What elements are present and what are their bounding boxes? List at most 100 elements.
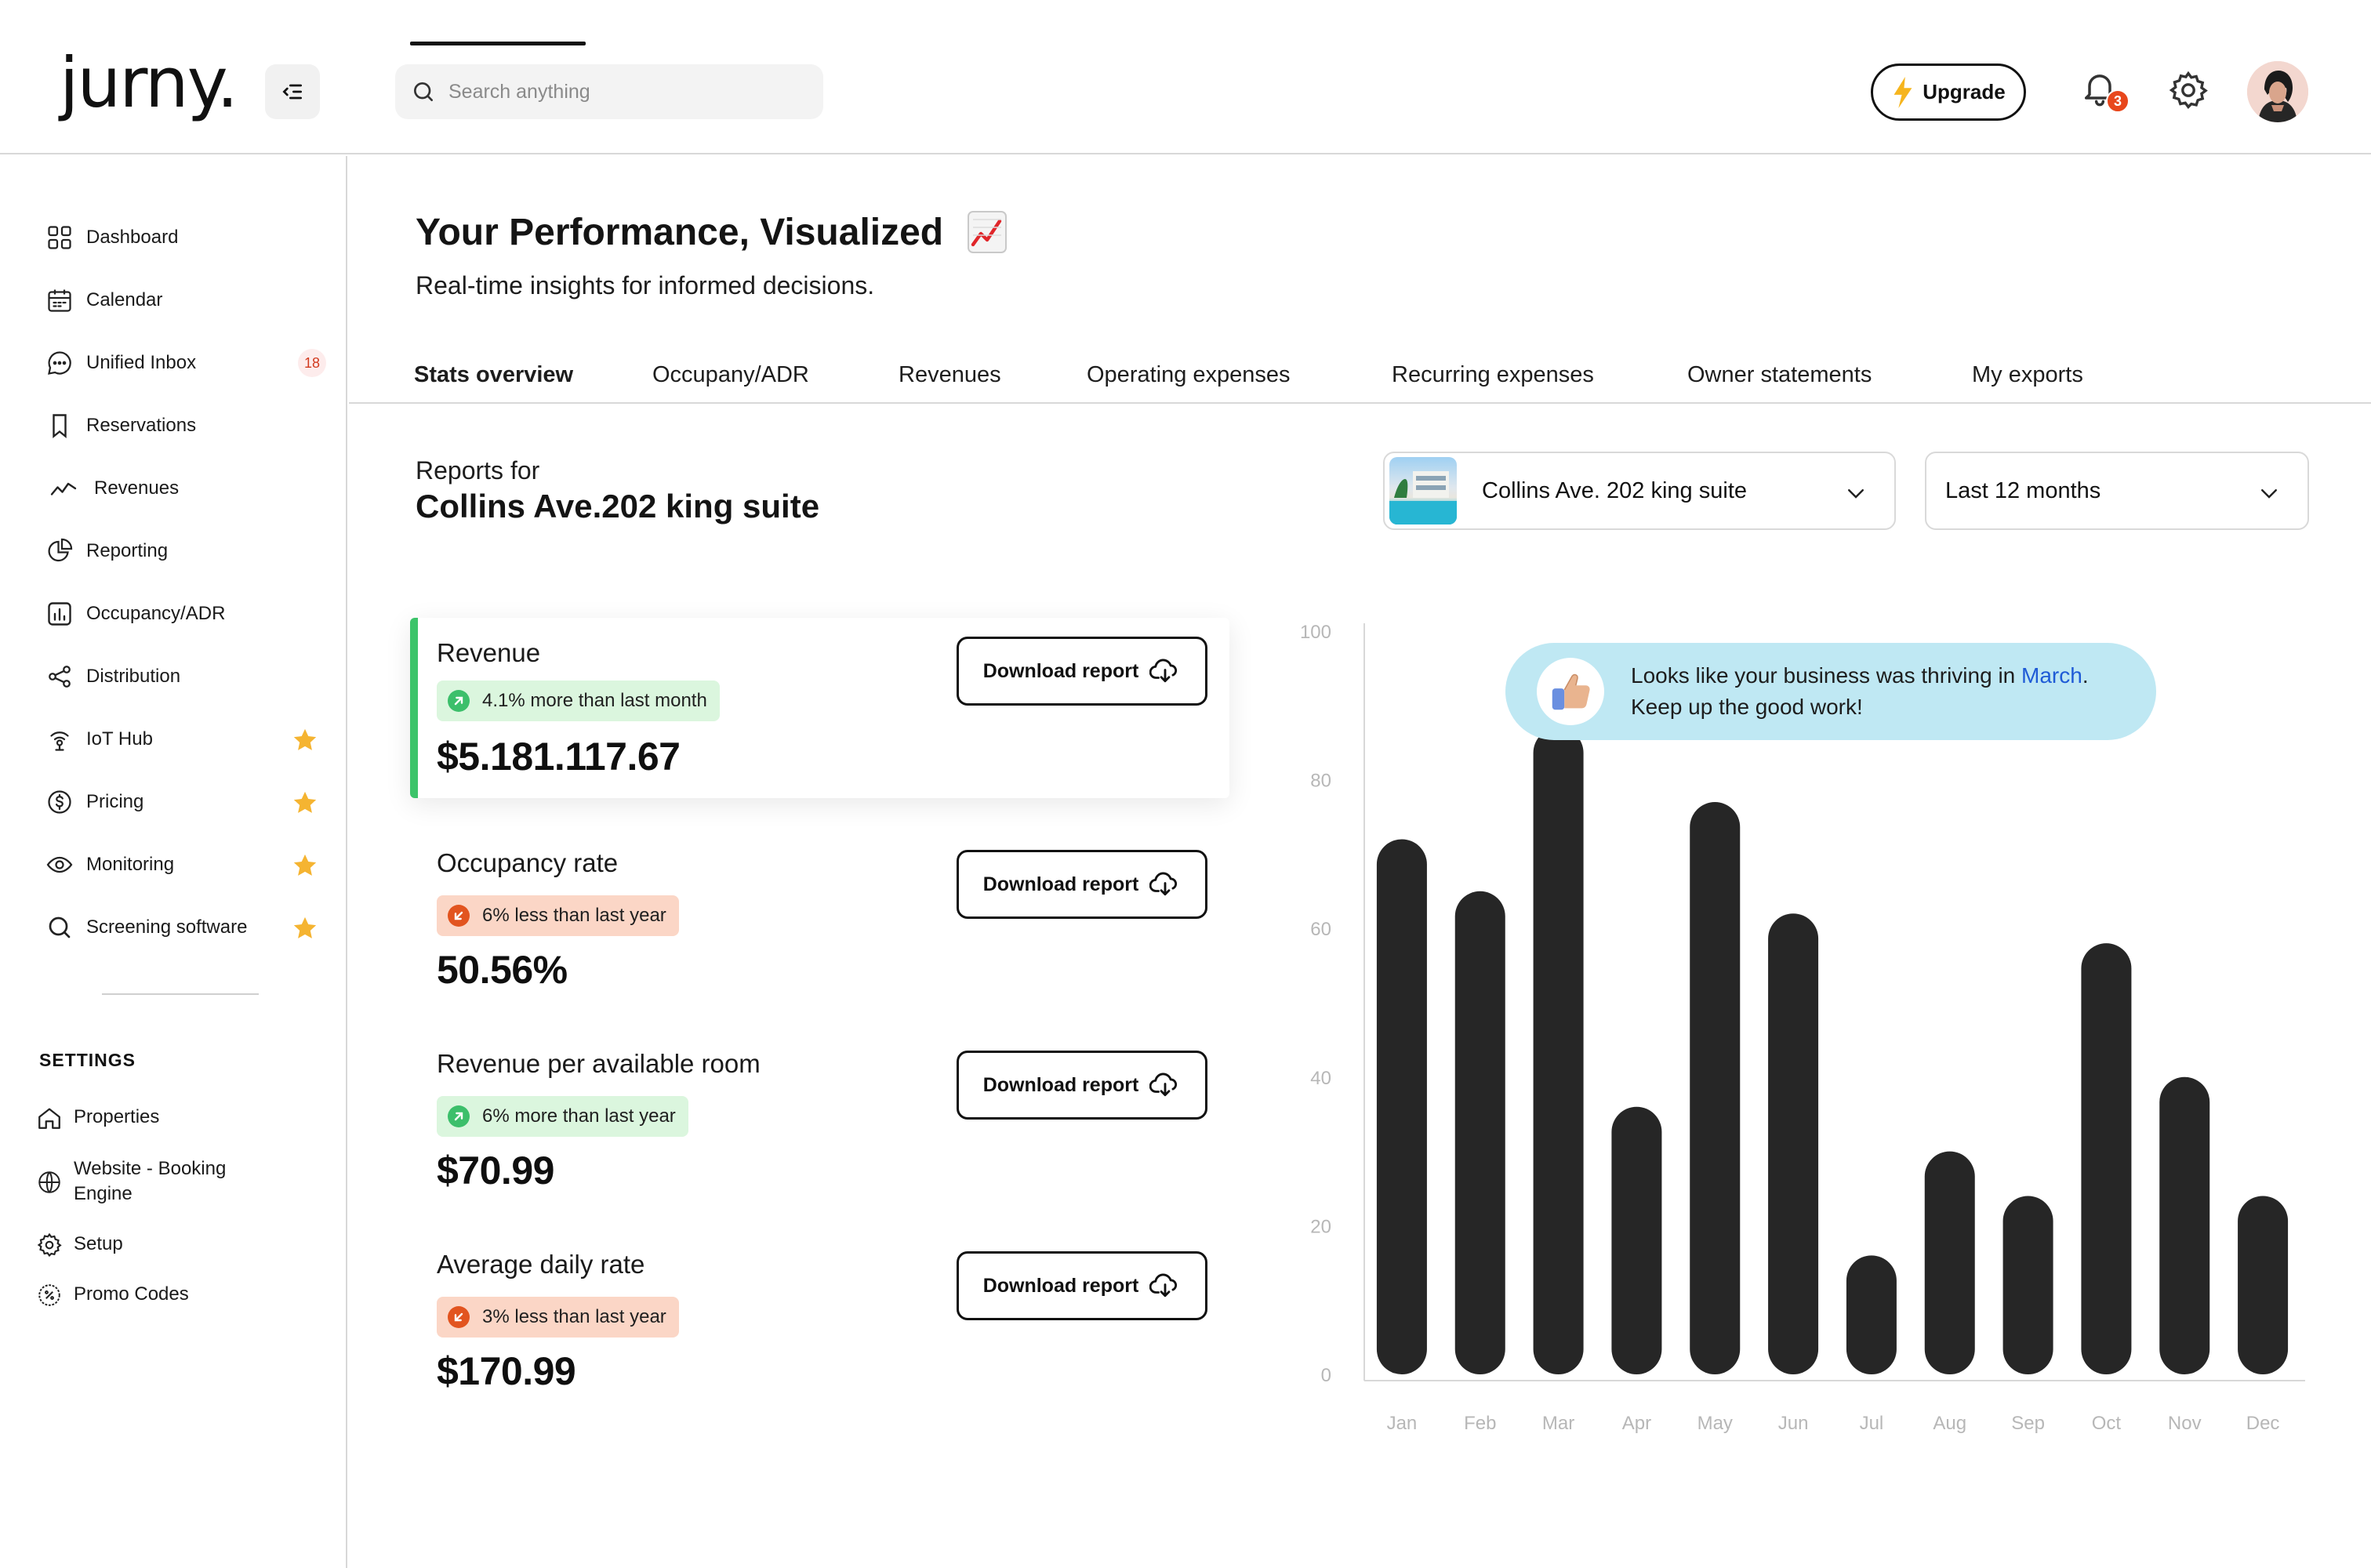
cloud-download-icon xyxy=(1149,1073,1178,1097)
x-tick-label: Jul xyxy=(1860,1413,1884,1434)
sidebar-item-iot-hub[interactable]: IoT Hub xyxy=(45,722,153,757)
sidebar-item-label: Pricing xyxy=(86,791,144,812)
settings-item-properties[interactable]: Properties xyxy=(36,1105,159,1131)
notification-count-badge: 3 xyxy=(2106,89,2130,113)
selected-property-name: Collins Ave.202 king suite xyxy=(416,488,820,524)
chevron-down-icon xyxy=(2261,489,2277,499)
upgrade-label: Upgrade xyxy=(1923,80,2006,103)
stat-value: $5.181.117.67 xyxy=(437,735,681,779)
pie-chart-icon xyxy=(48,538,73,562)
chevron-down-icon xyxy=(1848,489,1864,499)
sidebar-item-distribution[interactable]: Distribution xyxy=(45,659,180,694)
insight-message: Looks like your business was thriving in… xyxy=(1631,660,2089,723)
y-tick-label: 40 xyxy=(1310,1068,1331,1089)
sidebar-item-label: Reporting xyxy=(86,540,169,561)
sidebar-item-label: Unified Inbox xyxy=(86,352,197,373)
bar-jun xyxy=(1768,913,1819,1374)
sidebar-item-calendar[interactable]: Calendar xyxy=(45,283,162,318)
x-tick-label: Oct xyxy=(2092,1413,2122,1434)
user-avatar[interactable] xyxy=(2247,61,2308,122)
settings-item-promo-codes[interactable]: Promo Codes xyxy=(36,1282,189,1308)
tab-occupancy-adr[interactable]: Occupany/ADR xyxy=(652,362,809,388)
stat-value: 50.56% xyxy=(437,948,568,992)
download-report-button[interactable]: Download report xyxy=(957,1251,1207,1320)
negative-change-badge: 6% less than last year xyxy=(437,895,679,936)
unread-count-badge: 18 xyxy=(298,349,326,377)
sidebar-item-dashboard[interactable]: Dashboard xyxy=(45,220,178,255)
change-text: 3% less than last year xyxy=(482,1306,666,1327)
download-report-button[interactable]: Download report xyxy=(957,637,1207,706)
change-text: 4.1% more than last month xyxy=(482,690,707,711)
sidebar-item-revenues[interactable]: Revenues xyxy=(45,471,179,506)
x-tick-label: Nov xyxy=(2168,1413,2202,1434)
property-select[interactable]: Collins Ave. 202 king suite xyxy=(1383,452,1896,530)
search-input[interactable] xyxy=(448,80,793,103)
upgrade-button[interactable]: Upgrade xyxy=(1871,64,2026,121)
tab-stats-overview[interactable]: Stats overview xyxy=(414,362,573,388)
download-label: Download report xyxy=(982,659,1139,682)
tab-revenues[interactable]: Revenues xyxy=(899,362,1001,388)
settings-item-label: Properties xyxy=(74,1106,160,1127)
insight-callout: Looks like your business was thriving in… xyxy=(1505,643,2156,740)
active-tab-indicator xyxy=(410,42,586,45)
sidebar-item-label: Calendar xyxy=(86,289,163,310)
sidebar-item-unified-inbox[interactable]: Unified Inbox xyxy=(45,346,196,380)
arrow-down-left-icon xyxy=(448,905,470,927)
cloud-download-icon xyxy=(1149,872,1178,896)
trend-icon xyxy=(50,482,77,495)
bar-chart-icon xyxy=(48,602,71,626)
arrow-down-left-icon xyxy=(448,1306,470,1328)
thumbs-up-icon xyxy=(1537,658,1604,725)
jurny-logo[interactable]: jurny. xyxy=(60,49,238,118)
sidebar-item-monitoring[interactable]: Monitoring xyxy=(45,848,174,882)
arrow-up-right-icon xyxy=(448,690,470,712)
sidebar-item-label: Reservations xyxy=(86,415,197,436)
y-tick-label: 20 xyxy=(1310,1216,1331,1237)
gear-icon xyxy=(37,1232,62,1258)
x-tick-label: Jan xyxy=(1387,1413,1418,1434)
sidebar: Dashboard Calendar Unified Inbox 18 Rese… xyxy=(0,156,347,1568)
x-tick-label: Apr xyxy=(1622,1413,1651,1434)
download-report-button[interactable]: Download report xyxy=(957,1051,1207,1120)
search-icon xyxy=(49,916,71,938)
search-bar[interactable] xyxy=(395,64,823,119)
sidebar-item-label: Distribution xyxy=(86,666,181,687)
positive-change-badge: 6% more than last year xyxy=(437,1096,688,1137)
settings-item-website-booking-engine[interactable]: Website - Booking Engine xyxy=(36,1156,226,1207)
download-report-button[interactable]: Download report xyxy=(957,850,1207,919)
notifications-button[interactable]: 3 xyxy=(2079,66,2134,121)
period-select[interactable]: Last 12 months xyxy=(1925,452,2309,530)
cloud-download-icon xyxy=(1149,659,1178,683)
settings-section-title: SETTINGS xyxy=(39,1050,136,1070)
stat-label: Revenue xyxy=(437,638,541,667)
x-tick-label: Dec xyxy=(2246,1413,2280,1434)
sidebar-item-reporting[interactable]: Reporting xyxy=(45,534,168,568)
sidebar-item-label: Occupancy/ADR xyxy=(86,603,226,624)
sidebar-item-label: Revenues xyxy=(94,477,180,499)
bar-jan xyxy=(1376,839,1427,1374)
collapse-menu-icon xyxy=(282,84,302,100)
lightning-icon xyxy=(1894,76,1912,108)
settings-item-setup[interactable]: Setup xyxy=(36,1232,123,1258)
collapse-sidebar-button[interactable] xyxy=(265,64,320,119)
tab-recurring-expenses[interactable]: Recurring expenses xyxy=(1392,362,1594,388)
premium-star-icon xyxy=(293,854,317,876)
x-tick-label: Mar xyxy=(1542,1413,1574,1434)
insight-text: Looks like your business was thriving in xyxy=(1631,663,2022,688)
tab-operating-expenses[interactable]: Operating expenses xyxy=(1087,362,1291,388)
sidebar-item-occupancy-adr[interactable]: Occupancy/ADR xyxy=(45,597,225,631)
gear-icon xyxy=(2169,71,2208,109)
tab-my-exports[interactable]: My exports xyxy=(1972,362,2083,388)
page-title: Your Performance, Visualized xyxy=(416,211,944,253)
change-text: 6% more than last year xyxy=(482,1105,676,1127)
settings-button[interactable] xyxy=(2167,69,2209,111)
share-icon xyxy=(49,666,71,688)
bar-feb xyxy=(1454,891,1505,1374)
bar-sep xyxy=(2002,1196,2053,1374)
period-select-value: Last 12 months xyxy=(1945,477,2101,503)
tab-owner-statements[interactable]: Owner statements xyxy=(1687,362,1872,388)
stat-card-average-daily-rate: Average daily rate 3% less than last yea… xyxy=(410,1232,1229,1413)
sidebar-item-reservations[interactable]: Reservations xyxy=(45,408,196,443)
sidebar-item-screening-software[interactable]: Screening software xyxy=(45,910,247,945)
sidebar-item-pricing[interactable]: Pricing xyxy=(45,785,143,819)
